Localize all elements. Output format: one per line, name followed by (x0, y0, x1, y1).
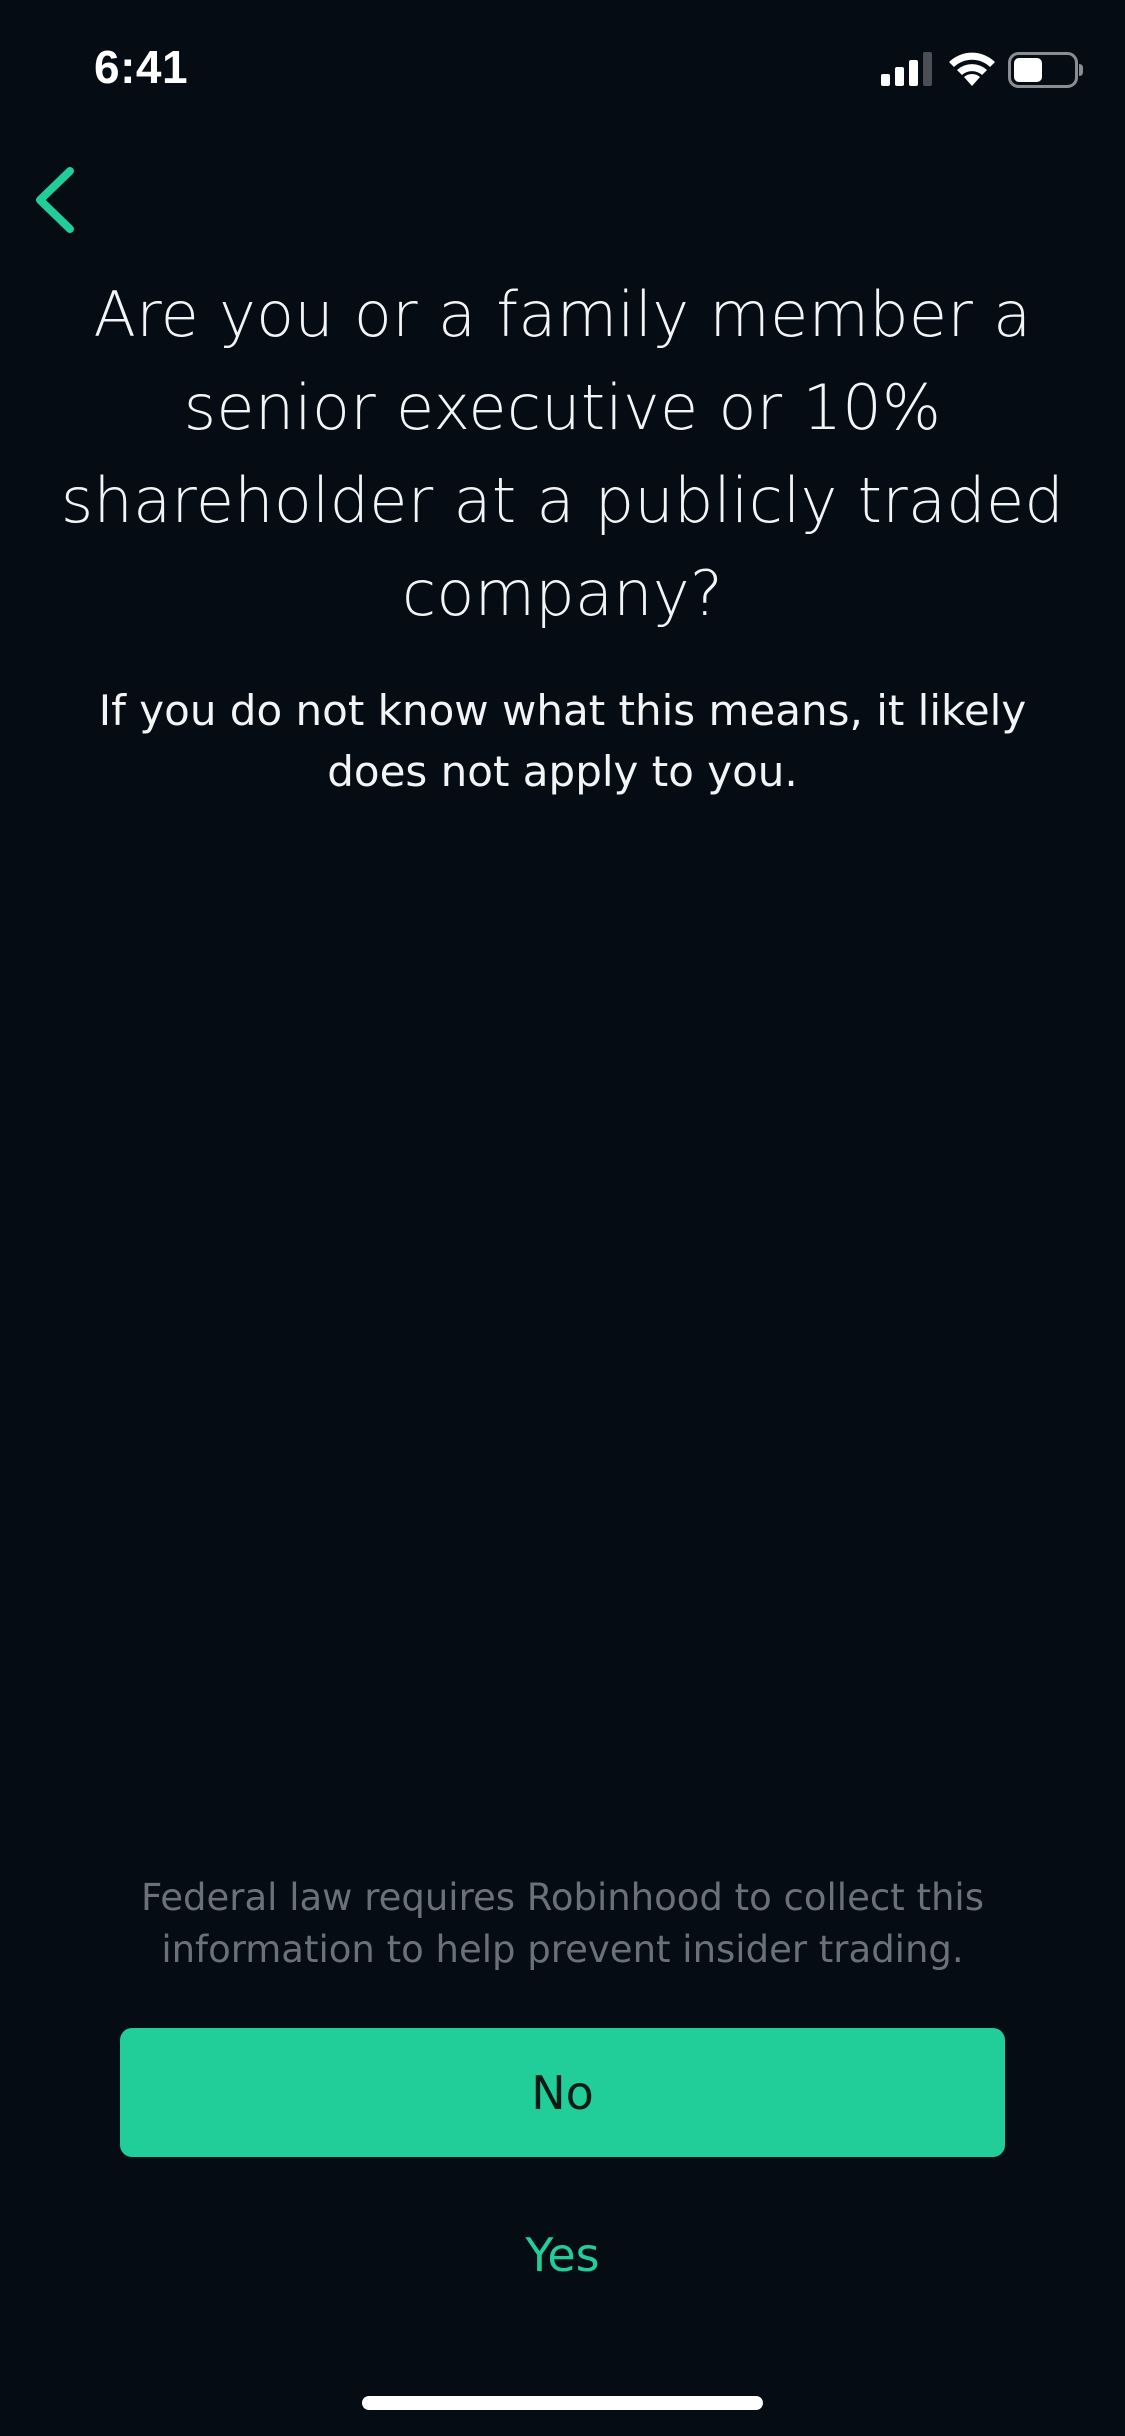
status-time: 6:41 (94, 41, 189, 93)
question-subtitle: If you do not know what this means, it l… (98, 686, 1027, 796)
legal-disclaimer: Federal law requires Robinhood to collec… (141, 1876, 984, 1971)
yes-button[interactable]: Yes (420, 2210, 705, 2300)
status-bar: 6:41 (0, 0, 1125, 132)
home-indicator[interactable] (362, 2396, 763, 2410)
no-button[interactable]: No (120, 2028, 1005, 2157)
question-title: Are you or a family member a senior exec… (60, 278, 1065, 630)
chevron-left-icon (36, 167, 74, 233)
battery-icon (1008, 52, 1083, 88)
signal-icon (881, 52, 932, 86)
back-button[interactable] (14, 160, 94, 240)
wifi-icon (949, 52, 995, 86)
screen: 6:41 Are you or a family member a senior… (0, 0, 1125, 2436)
